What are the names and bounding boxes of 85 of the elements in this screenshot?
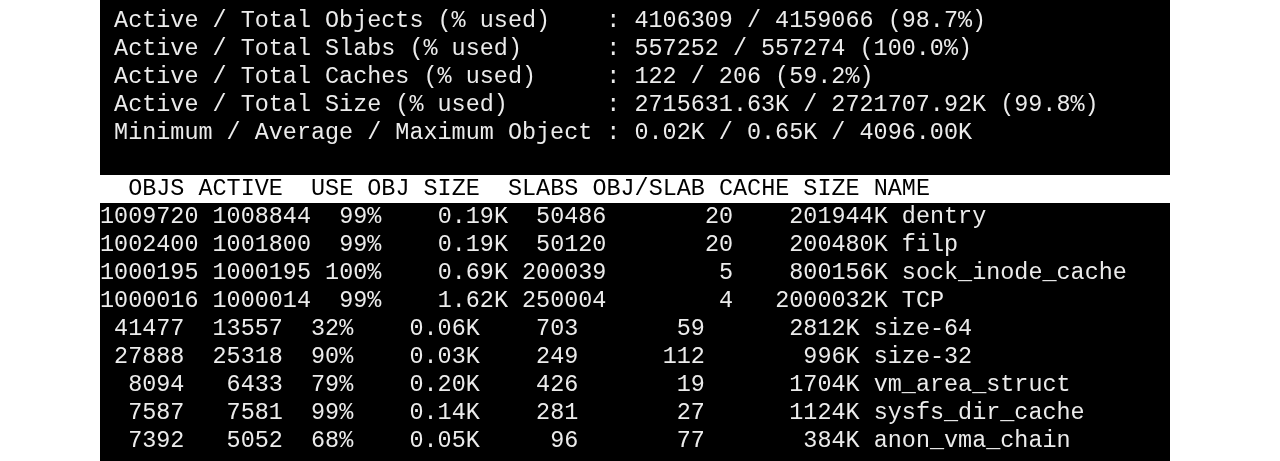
table-cell: 0.05K [409,427,480,455]
table-cell: 59 [676,315,705,343]
table-cell: 41477 [114,315,185,343]
table-cell: 250004 [522,287,607,315]
table-cell: 77 [676,427,705,455]
table-cell: 68% [311,427,354,455]
table-cell: 0.19K [437,203,508,231]
column-header: USE [311,175,354,203]
table-cell: 5 [718,259,734,287]
table-cell: 1002400 [100,231,199,259]
summary-line: Active / Total Size (% used) : 2715631.63K / 2721707.92K (99.8%) [113,91,1099,119]
table-cell: size-32 [873,343,973,371]
column-header: SLABS [507,175,579,203]
column-header: OBJ/SLAB [592,175,705,203]
table-cell: 1.62K [437,287,508,315]
table-cell: 1704K [789,371,860,399]
table-cell: filp [901,231,959,259]
table-cell: 0.14K [409,399,480,427]
table-cell: 1000195 [100,259,199,287]
summary-line: Active / Total Objects (% used) : 4106309 / 4159066 (98.7%) [113,7,987,35]
column-header: CACHE SIZE [719,175,860,203]
table-cell: 1001800 [212,231,311,259]
table-cell: 201944K [789,203,888,231]
table-cell: 4 [718,287,734,315]
table-cell: 996K [803,343,860,371]
table-cell: 281 [536,399,579,427]
table-cell: 2812K [789,315,860,343]
table-cell: 100% [325,259,382,287]
table-cell: 13557 [212,315,283,343]
table-cell: 79% [311,371,354,399]
table-cell: 249 [536,343,579,371]
table-cell: 50486 [536,203,607,231]
table-cell: 200039 [522,259,607,287]
table-cell: 800156K [789,259,888,287]
table-cell: 7392 [128,427,185,455]
table-cell: 426 [536,371,579,399]
table-cell: 1000195 [212,259,311,287]
summary-line: Active / Total Slabs (% used) : 557252 / 557274 (100.0%) [113,35,972,63]
table-cell: 25318 [212,343,283,371]
table-cell: 0.03K [409,343,480,371]
table-cell: 1008844 [212,203,311,231]
table-cell: 0.69K [437,259,508,287]
table-cell: 90% [311,343,354,371]
table-cell: 1000014 [212,287,311,315]
table-cell: 6433 [226,371,283,399]
table-cell: 0.20K [409,371,480,399]
column-header: OBJ SIZE [367,175,480,203]
column-header: ACTIVE [198,175,283,203]
summary-line: Minimum / Average / Maximum Object : 0.02K / 0.65K / 4096.00K [113,119,972,147]
table-cell: 20 [704,203,734,231]
table-cell: size-64 [873,315,973,343]
table-cell: 1009720 [100,203,199,231]
table-cell: 7587 [128,399,185,427]
table-cell: 0.19K [437,231,508,259]
table-cell: anon_vma_chain [873,427,1071,455]
table-cell: sysfs_dir_cache [873,399,1085,427]
table-cell: 96 [550,427,579,455]
table-cell: dentry [901,203,987,231]
summary-line: Active / Total Caches (% used) : 122 / 206 (59.2%) [113,63,874,91]
table-cell: 99% [339,287,382,315]
table-cell: 112 [662,343,705,371]
table-cell: 99% [339,231,382,259]
table-cell: 32% [311,315,354,343]
table-cell: TCP [901,287,945,315]
table-cell: 5052 [226,427,283,455]
table-cell: 384K [803,427,860,455]
table-cell: 27888 [114,343,185,371]
table-cell: 20 [704,231,734,259]
table-cell: 1000016 [100,287,199,315]
table-cell: 703 [536,315,579,343]
table-cell: 200480K [789,231,888,259]
column-header: OBJS [128,175,185,203]
table-cell: 99% [339,203,382,231]
column-header: NAME [873,175,930,203]
table-cell: 1124K [789,399,860,427]
table-cell: 0.06K [409,315,480,343]
table-cell: 8094 [128,371,185,399]
table-cell: 19 [676,371,705,399]
table-cell: 2000032K [775,287,888,315]
table-cell: 50120 [536,231,607,259]
table-cell: vm_area_struct [873,371,1071,399]
table-cell: 27 [676,399,705,427]
table-cell: sock_inode_cache [901,259,1127,287]
table-cell: 7581 [226,399,283,427]
table-cell: 99% [311,399,354,427]
